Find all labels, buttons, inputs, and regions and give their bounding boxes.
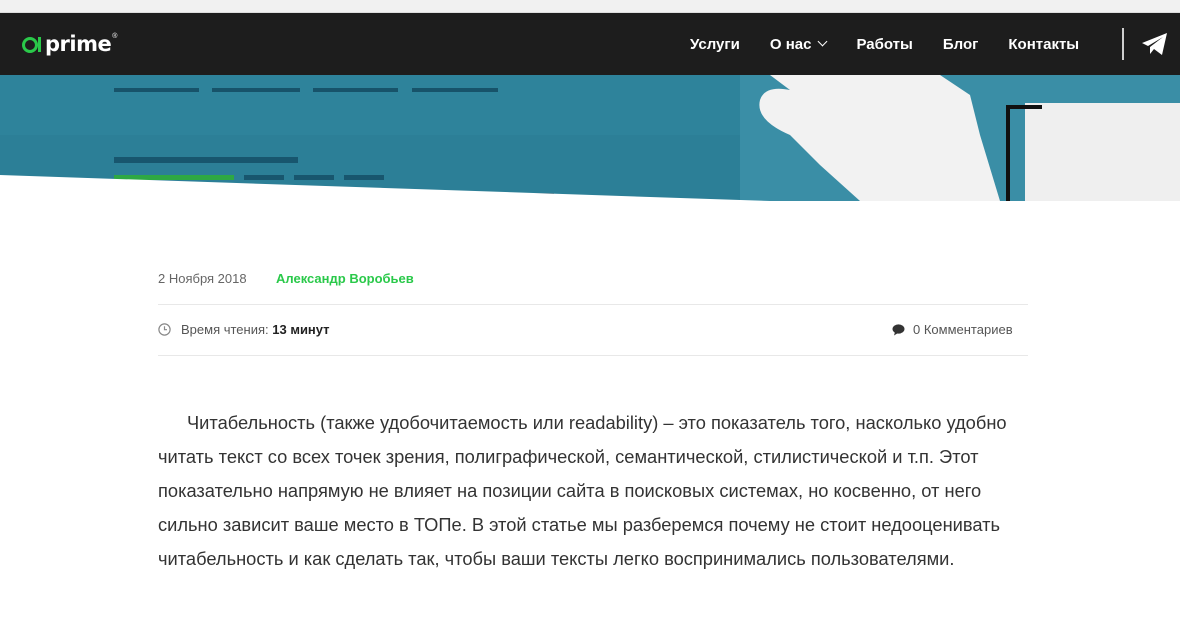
- hero-image: [0, 75, 1180, 201]
- reading-time-label: Время чтения:: [181, 322, 269, 337]
- post-reading-bar: Время чтения: 13 минут 0 Комментариев: [158, 305, 1028, 356]
- nav-item-blog[interactable]: Блог: [943, 36, 979, 53]
- article-body: Читабельность (также удобочитаемость или…: [158, 406, 1038, 576]
- post-date: 2 Ноября 2018: [158, 271, 247, 286]
- site-header: prime ® Услуги О нас Работы Блог Контакт…: [0, 13, 1180, 75]
- article-intro-paragraph: Читабельность (также удобочитаемость или…: [158, 412, 1007, 569]
- browser-top-strip: [0, 0, 1180, 13]
- clock-icon: [158, 323, 171, 336]
- nav-item-contacts[interactable]: Контакты: [1008, 36, 1079, 53]
- logo-mark-icon: [22, 37, 41, 53]
- main-nav: Услуги О нас Работы Блог Контакты: [690, 13, 1079, 75]
- comments-count-link[interactable]: 0 Комментариев: [913, 322, 1013, 337]
- telegram-icon[interactable]: [1140, 29, 1170, 59]
- chevron-down-icon: [818, 36, 828, 46]
- site-logo[interactable]: prime ®: [22, 31, 117, 57]
- hero-illustration: [0, 75, 1180, 201]
- post-author-link[interactable]: Александр Воробьев: [276, 271, 414, 286]
- comment-icon: [892, 324, 905, 336]
- reading-time-value: 13 минут: [272, 322, 330, 337]
- nav-item-works[interactable]: Работы: [856, 36, 912, 53]
- nav-item-about-label: О нас: [769, 35, 812, 53]
- logo-text: prime: [45, 31, 112, 56]
- nav-item-about[interactable]: О нас: [769, 35, 828, 53]
- post-meta: 2 Ноября 2018 Александр Воробьев: [158, 270, 1028, 305]
- logo-registered-mark: ®: [112, 32, 118, 40]
- nav-item-services[interactable]: Услуги: [690, 36, 740, 53]
- nav-divider: [1122, 28, 1124, 60]
- reading-time: Время чтения: 13 минут: [181, 322, 330, 337]
